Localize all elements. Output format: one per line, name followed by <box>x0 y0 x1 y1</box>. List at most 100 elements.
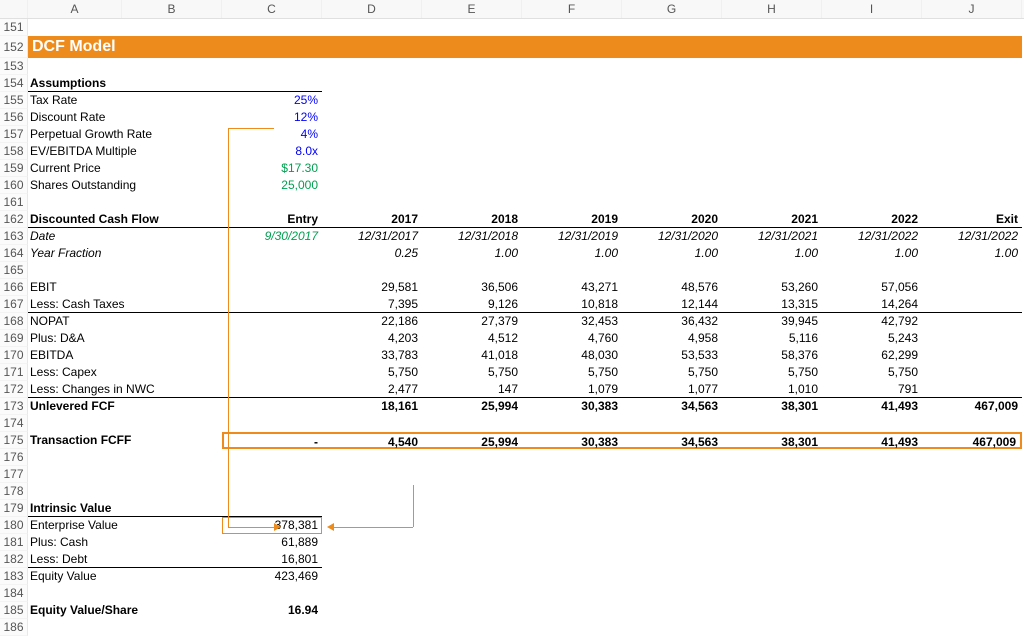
cell[interactable] <box>222 500 322 517</box>
cell[interactable] <box>422 194 522 211</box>
cell[interactable] <box>28 415 122 432</box>
cell[interactable] <box>322 466 422 483</box>
cell[interactable]: Tax Rate <box>28 92 222 109</box>
cell[interactable] <box>28 19 122 36</box>
row-header[interactable]: 177 <box>0 466 28 483</box>
cell[interactable]: 2021 <box>722 211 822 228</box>
cell[interactable] <box>122 262 222 279</box>
cell[interactable] <box>222 619 322 636</box>
cell[interactable]: 58,376 <box>722 347 822 364</box>
cell[interactable]: 30,383 <box>522 432 622 449</box>
row-header[interactable]: 156 <box>0 109 28 126</box>
cell[interactable] <box>522 568 622 585</box>
cell[interactable] <box>622 58 722 75</box>
cell[interactable]: 5,750 <box>622 364 722 381</box>
cell[interactable] <box>622 262 722 279</box>
cell[interactable] <box>322 500 422 517</box>
cell[interactable]: 27,379 <box>422 313 522 330</box>
cell[interactable]: 1.00 <box>622 245 722 262</box>
cell[interactable] <box>222 483 322 500</box>
row-header[interactable]: 175 <box>0 432 28 449</box>
cell[interactable] <box>522 534 622 551</box>
cell[interactable] <box>822 449 922 466</box>
cell[interactable] <box>322 194 422 211</box>
cell[interactable] <box>422 415 522 432</box>
cell[interactable]: 378,381 <box>222 517 322 534</box>
cell[interactable] <box>822 517 922 534</box>
cell[interactable] <box>322 92 422 109</box>
cell[interactable]: Plus: Cash <box>28 534 222 551</box>
cell[interactable]: 34,563 <box>622 432 722 449</box>
cell[interactable] <box>322 160 422 177</box>
cell[interactable] <box>522 143 622 160</box>
cell[interactable] <box>622 194 722 211</box>
row-header[interactable]: 164 <box>0 245 28 262</box>
cell[interactable]: 30,383 <box>522 398 622 415</box>
row-header[interactable]: 176 <box>0 449 28 466</box>
cell[interactable] <box>722 500 822 517</box>
cell[interactable] <box>722 449 822 466</box>
cell[interactable]: 12/31/2021 <box>722 228 822 245</box>
cell[interactable]: 38,301 <box>722 398 822 415</box>
cell[interactable] <box>422 551 522 568</box>
cell[interactable] <box>322 534 422 551</box>
cell[interactable]: 0.25 <box>322 245 422 262</box>
cell[interactable] <box>222 381 322 398</box>
cell[interactable] <box>622 585 722 602</box>
cell[interactable] <box>722 143 822 160</box>
cell[interactable]: Less: Changes in NWC <box>28 381 222 398</box>
row-header[interactable]: 159 <box>0 160 28 177</box>
row-header[interactable]: 154 <box>0 75 28 92</box>
cell[interactable] <box>922 296 1022 313</box>
cell[interactable] <box>722 568 822 585</box>
cell[interactable] <box>922 194 1022 211</box>
row-header[interactable]: 157 <box>0 126 28 143</box>
cell[interactable] <box>522 19 622 36</box>
cell[interactable]: 53,260 <box>722 279 822 296</box>
cell[interactable] <box>922 109 1022 126</box>
cell[interactable]: Year Fraction <box>28 245 222 262</box>
cell[interactable] <box>222 398 322 415</box>
cell[interactable] <box>822 160 922 177</box>
cell[interactable] <box>722 19 822 36</box>
cell[interactable]: 12,144 <box>622 296 722 313</box>
cell[interactable]: 1.00 <box>522 245 622 262</box>
cell[interactable] <box>522 483 622 500</box>
cell[interactable]: 12/31/2020 <box>622 228 722 245</box>
cell[interactable] <box>822 415 922 432</box>
cell[interactable] <box>622 126 722 143</box>
cell[interactable] <box>822 58 922 75</box>
cell[interactable] <box>822 92 922 109</box>
cell[interactable] <box>922 143 1022 160</box>
cell[interactable]: 1,077 <box>622 381 722 398</box>
cell[interactable] <box>922 313 1022 330</box>
cell[interactable] <box>222 19 322 36</box>
cell[interactable]: Discounted Cash Flow <box>28 211 222 228</box>
cell[interactable] <box>922 500 1022 517</box>
cell[interactable]: 467,009 <box>922 398 1022 415</box>
cell[interactable] <box>522 262 622 279</box>
cell[interactable]: 12/31/2017 <box>322 228 422 245</box>
col-header[interactable]: C <box>222 0 322 18</box>
cell[interactable] <box>122 415 222 432</box>
cell[interactable]: 1,010 <box>722 381 822 398</box>
cell[interactable] <box>522 58 622 75</box>
cell[interactable] <box>322 262 422 279</box>
cell[interactable]: Less: Cash Taxes <box>28 296 222 313</box>
cell[interactable]: 12/31/2022 <box>822 228 922 245</box>
cell[interactable]: 5,750 <box>422 364 522 381</box>
cell[interactable]: 57,056 <box>822 279 922 296</box>
cell[interactable] <box>222 449 322 466</box>
col-header[interactable]: I <box>822 0 922 18</box>
cell[interactable]: 4,958 <box>622 330 722 347</box>
cell[interactable] <box>722 483 822 500</box>
cell[interactable] <box>122 449 222 466</box>
cell[interactable] <box>422 262 522 279</box>
cell[interactable]: 32,453 <box>522 313 622 330</box>
cell[interactable] <box>822 143 922 160</box>
cell[interactable] <box>28 585 122 602</box>
cell[interactable]: 33,783 <box>322 347 422 364</box>
cell[interactable] <box>122 619 222 636</box>
cell[interactable] <box>822 619 922 636</box>
cell[interactable] <box>122 466 222 483</box>
